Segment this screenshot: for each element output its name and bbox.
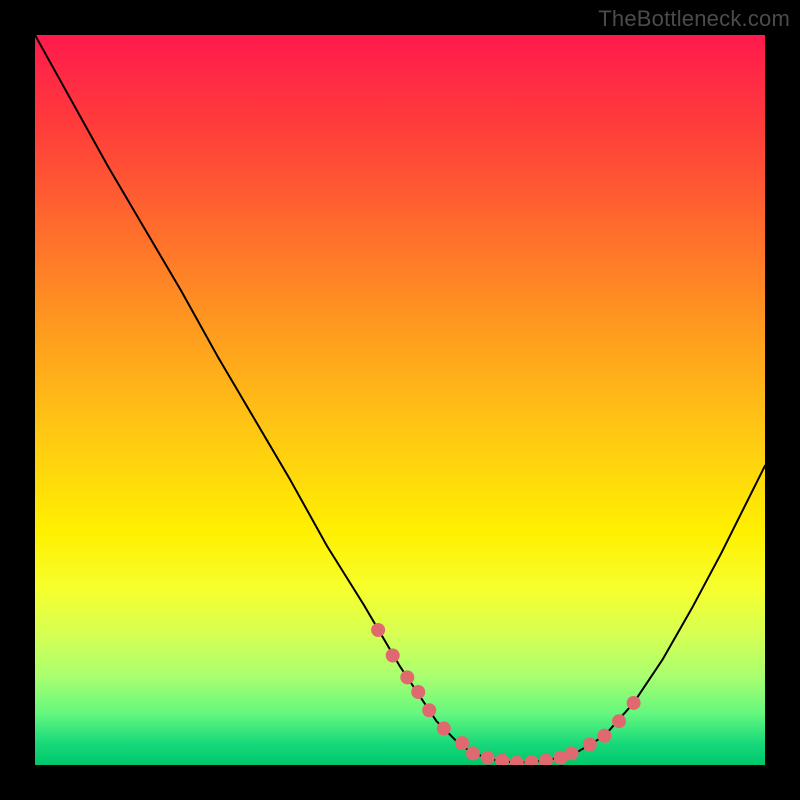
chart-frame: TheBottleneck.com	[0, 0, 800, 800]
marker-dot	[422, 703, 436, 717]
marker-dot	[565, 746, 579, 760]
marker-dot	[524, 755, 538, 765]
marker-dot	[386, 649, 400, 663]
marker-dot	[411, 685, 425, 699]
marker-dot	[597, 729, 611, 743]
plot-area	[35, 35, 765, 765]
curve-line	[35, 35, 765, 763]
marker-dot	[583, 738, 597, 752]
marker-dot	[466, 746, 480, 760]
marker-dot	[510, 756, 524, 765]
marker-dot	[539, 754, 553, 765]
chart-svg	[35, 35, 765, 765]
marker-dot	[455, 736, 469, 750]
marker-dot	[400, 670, 414, 684]
marker-dot	[371, 623, 385, 637]
marker-dot	[612, 714, 626, 728]
watermark-text: TheBottleneck.com	[598, 6, 790, 32]
marker-dot	[437, 722, 451, 736]
marker-dot	[481, 751, 495, 765]
marker-dot	[495, 754, 509, 765]
marker-dot	[627, 696, 641, 710]
